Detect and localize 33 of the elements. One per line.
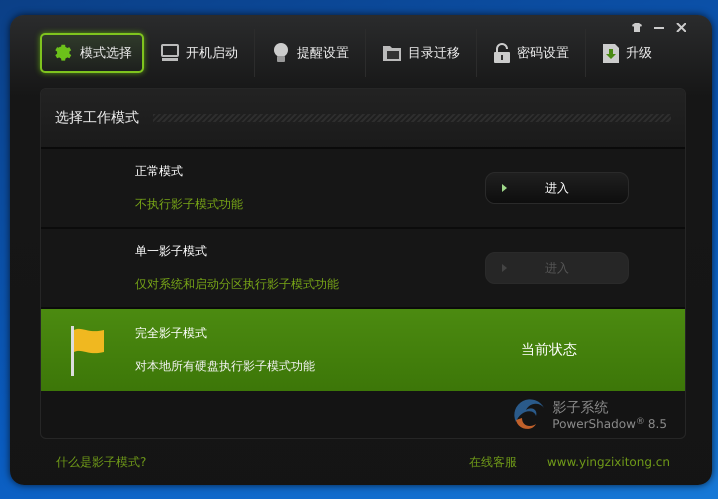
logo-version: 8.5 <box>648 416 667 430</box>
support-link[interactable]: 在线客服 <box>468 454 517 470</box>
panel-title: 选择工作模式 <box>55 109 139 127</box>
skin-icon[interactable] <box>632 23 642 32</box>
help-link[interactable]: 什么是影子模式? <box>56 454 146 470</box>
tab[interactable]: 模式选择 <box>40 33 144 73</box>
mode-description: 不执行影子模式功能 <box>135 196 244 213</box>
mode-description: 对本地所有硬盘执行影子模式功能 <box>135 358 316 375</box>
folder-icon <box>382 43 402 63</box>
enter-button[interactable]: 进入 <box>485 172 629 204</box>
logo-product: PowerShadow <box>552 416 636 430</box>
padlock-icon <box>493 42 511 64</box>
mode-description: 仅对系统和启动分区执行影子模式功能 <box>135 276 340 293</box>
tab[interactable]: 升级 <box>590 33 664 73</box>
logo-name: 影子系统 <box>552 398 610 416</box>
mode-title: 完全影子模式 <box>135 325 208 342</box>
light-bulb-icon <box>271 42 291 64</box>
tab[interactable]: 密码设置 <box>481 33 581 73</box>
registered-mark: ® <box>636 416 645 426</box>
close-icon[interactable] <box>676 23 686 32</box>
website-link[interactable]: www.yingzixitong.cn <box>546 455 670 469</box>
mode-title: 单一影子模式 <box>135 243 208 260</box>
tab[interactable]: 开机启动 <box>148 33 250 73</box>
play-arrow-icon <box>502 264 507 272</box>
mode-row[interactable]: 完全影子模式 对本地所有硬盘执行影子模式功能 当前状态 <box>41 309 685 391</box>
flag-icon <box>69 324 107 376</box>
tab[interactable]: 目录迁移 <box>370 33 472 73</box>
play-arrow-icon <box>502 184 507 192</box>
download-file-icon <box>602 42 620 64</box>
mode-title: 正常模式 <box>135 163 184 180</box>
current-status-label: 当前状态 <box>521 341 577 359</box>
tab[interactable]: 提醒设置 <box>259 33 361 73</box>
monitor-icon <box>160 43 180 63</box>
